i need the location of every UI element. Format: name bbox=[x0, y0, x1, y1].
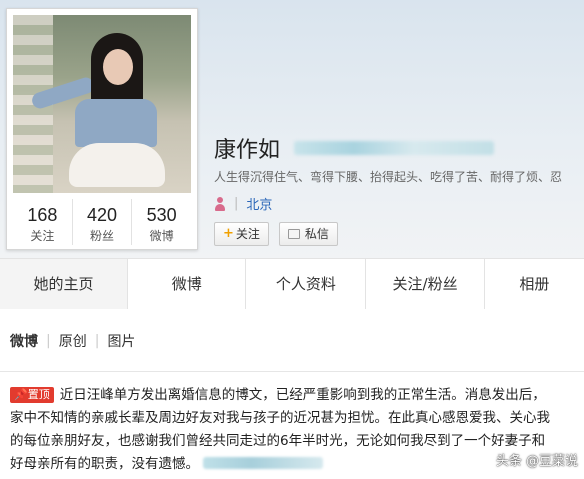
female-user-icon bbox=[214, 196, 226, 211]
avatar[interactable] bbox=[13, 15, 191, 193]
stat-following[interactable]: 168 关注 bbox=[13, 199, 73, 245]
watermark: 头条 @豆菜说 bbox=[495, 454, 578, 469]
filter-weibo[interactable]: 微博 bbox=[10, 331, 38, 351]
avatar-card: 168 关注 420 粉丝 530 微博 bbox=[6, 8, 198, 250]
profile-actions: + 关注 私信 bbox=[214, 222, 338, 246]
post-line: 家中不知情的亲戚长辈及周边好友对我与孩子的近况甚为担忧。在此真心感恩爱我、关心我 bbox=[10, 410, 550, 426]
tab-follow-fans[interactable]: 关注/粉丝 bbox=[366, 259, 485, 309]
feed-area: 微博 | 原创 | 图片 📌置顶 近日汪峰单方发出离婚信息的博文，已经严重影响到我… bbox=[0, 309, 584, 479]
profile-name-row: 康作如 bbox=[214, 134, 495, 163]
stat-following-count: 168 bbox=[27, 205, 58, 225]
profile-name: 康作如 bbox=[214, 138, 281, 163]
filter-separator: | bbox=[46, 333, 51, 349]
tab-weibo[interactable]: 微博 bbox=[128, 259, 247, 309]
profile-location[interactable]: 北京 bbox=[246, 194, 272, 213]
pinned-badge: 📌置顶 bbox=[10, 387, 54, 403]
post-text: 近日汪峰单方发出离婚信息的博文，已经严重影响到我的正常生活。消息发出后， bbox=[59, 387, 546, 403]
profile-tabs: 她的主页 微博 个人资料 关注/粉丝 相册 bbox=[0, 258, 584, 310]
post-line: 📌置顶 近日汪峰单方发出离婚信息的博文，已经严重影响到我的正常生活。消息发出后， bbox=[10, 384, 584, 407]
stat-followers-label: 粉丝 bbox=[90, 229, 115, 243]
profile-bio: 人生得沉得住气、弯得下腰、抬得起头、吃得了苦、耐得了烦、忍 bbox=[214, 170, 563, 184]
profile-stats: 168 关注 420 粉丝 530 微博 bbox=[13, 199, 191, 245]
post-text: 好母亲所有的职责，没有遗憾。 bbox=[10, 456, 199, 472]
feed-filter: 微博 | 原创 | 图片 bbox=[10, 331, 135, 351]
filter-separator: | bbox=[94, 333, 100, 349]
tab-home[interactable]: 她的主页 bbox=[0, 259, 129, 309]
stat-posts[interactable]: 530 微博 bbox=[132, 199, 191, 245]
stat-following-label: 关注 bbox=[30, 229, 55, 243]
profile-location-row: | 北京 bbox=[214, 194, 272, 213]
blurred-redaction bbox=[294, 141, 495, 155]
filter-images[interactable]: 图片 bbox=[107, 331, 135, 351]
stat-followers-count: 420 bbox=[86, 205, 118, 225]
pinned-badge-label: 置顶 bbox=[27, 388, 50, 401]
location-separator: | bbox=[234, 196, 239, 211]
stat-posts-count: 530 bbox=[146, 205, 177, 225]
follow-button-label: 关注 bbox=[235, 227, 260, 241]
message-button-label: 私信 bbox=[304, 227, 329, 241]
message-button[interactable]: 私信 bbox=[278, 222, 338, 246]
tab-profile-info[interactable]: 个人资料 bbox=[246, 259, 367, 309]
stat-followers[interactable]: 420 粉丝 bbox=[73, 199, 133, 245]
plus-icon: + bbox=[223, 226, 234, 241]
mail-icon bbox=[287, 229, 300, 239]
filter-original[interactable]: 原创 bbox=[59, 331, 87, 351]
follow-button[interactable]: + 关注 bbox=[214, 222, 269, 246]
stat-posts-label: 微博 bbox=[149, 229, 174, 243]
blurred-redaction bbox=[203, 457, 323, 469]
tab-album[interactable]: 相册 bbox=[485, 259, 584, 309]
feed-divider bbox=[0, 371, 584, 372]
